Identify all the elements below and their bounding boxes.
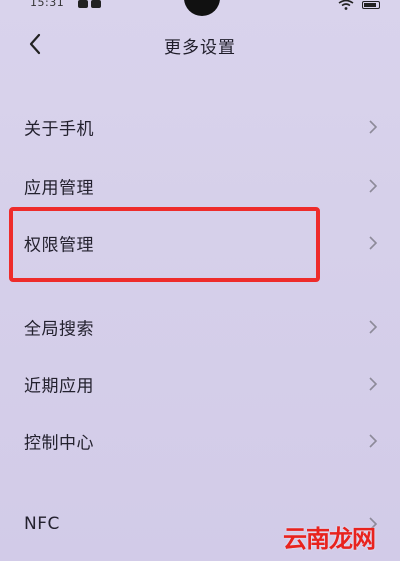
page-title: 更多设置 xyxy=(164,38,236,58)
menu-item-recent-apps[interactable]: 近期应用 xyxy=(0,356,400,412)
chevron-right-icon xyxy=(369,320,378,334)
status-time: 15:31 xyxy=(30,0,65,9)
notification-icon xyxy=(78,0,88,8)
menu-item-label: 应用管理 xyxy=(24,178,94,199)
menu-item-label: NFC xyxy=(24,514,60,534)
menu-item-about-phone[interactable]: 关于手机 xyxy=(0,99,400,155)
chevron-right-icon xyxy=(369,236,378,250)
notification-icon xyxy=(91,0,101,8)
battery-icon xyxy=(362,1,380,9)
status-bar: 15:31 xyxy=(0,0,400,16)
menu-item-label: 控制中心 xyxy=(24,433,94,454)
settings-screen: 15:31 更多设置 关于手机 应用管理 权限管理 全局搜索 近期应用 控制中心… xyxy=(0,0,400,561)
menu-item-app-management[interactable]: 应用管理 xyxy=(0,158,400,214)
notification-icons xyxy=(78,0,101,8)
highlight-annotation-box xyxy=(9,207,320,282)
wifi-icon xyxy=(338,0,354,10)
chevron-right-icon xyxy=(369,377,378,391)
menu-item-label: 全局搜索 xyxy=(24,319,94,340)
chevron-right-icon xyxy=(369,179,378,193)
chevron-right-icon xyxy=(369,434,378,448)
menu-item-global-search[interactable]: 全局搜索 xyxy=(0,299,400,355)
chevron-right-icon xyxy=(369,120,378,134)
watermark-logo: 云南龙网 xyxy=(283,525,376,553)
menu-item-control-center[interactable]: 控制中心 xyxy=(0,413,400,469)
camera-notch xyxy=(184,0,220,16)
menu-item-label: 关于手机 xyxy=(24,119,94,140)
menu-item-label: 近期应用 xyxy=(24,376,94,397)
